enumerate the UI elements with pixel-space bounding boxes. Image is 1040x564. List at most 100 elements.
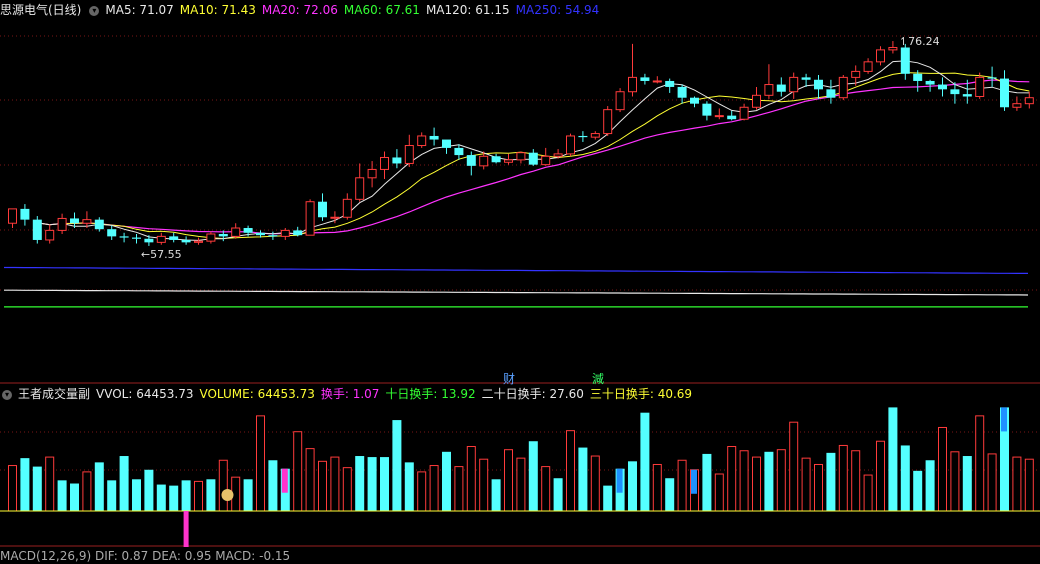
candle-body — [466, 155, 476, 166]
indicator-name: 王者成交量副 — [18, 387, 91, 401]
indicator-legend-2: 换手: 1.07 — [320, 387, 380, 401]
money-bag-icon — [221, 489, 234, 501]
volume-bar — [479, 458, 489, 512]
volume-bar — [665, 478, 675, 511]
volume-bar — [144, 469, 154, 511]
volume-bar — [218, 459, 228, 512]
volume-bar — [442, 451, 451, 511]
volume-bar — [1024, 458, 1034, 512]
indicator-legend-0: VVOL: 64453.73 — [96, 387, 194, 401]
candle-body — [925, 80, 935, 85]
candle-body — [45, 229, 55, 241]
candle-body — [392, 157, 402, 164]
candle-body — [206, 233, 216, 242]
candle-body — [690, 97, 699, 104]
volume-bar — [801, 457, 811, 512]
volume-bar — [429, 465, 439, 512]
candle-body — [863, 61, 873, 72]
volume-highlight — [281, 468, 288, 493]
volume-bar — [504, 449, 513, 512]
candle-body — [181, 239, 191, 243]
candle-body — [838, 76, 848, 99]
low-price-label: ←57.55 — [141, 248, 182, 261]
indicator-legend-4: 二十日换手: 27.60 — [481, 387, 584, 401]
candle-body — [541, 155, 551, 166]
volume-bar — [194, 480, 203, 512]
volume-bar — [962, 456, 972, 511]
candle-body — [913, 73, 923, 81]
volume-bar — [553, 478, 563, 511]
candle-body — [876, 49, 885, 63]
candle-body — [590, 133, 600, 138]
candle-body — [429, 135, 439, 140]
volume-bar — [776, 449, 786, 512]
candle-body — [479, 155, 489, 167]
volume-bar — [913, 470, 923, 511]
candle-body — [615, 91, 625, 111]
volume-bar — [925, 460, 935, 511]
volume-bar — [727, 446, 737, 512]
volume-bar — [578, 447, 588, 511]
volume-bar — [243, 479, 253, 511]
volume-bar — [603, 485, 613, 511]
candle-body — [355, 177, 365, 200]
volume-bar — [838, 444, 848, 512]
volume-bar — [380, 457, 389, 511]
volume-bar — [82, 471, 92, 512]
candle-body — [293, 230, 303, 236]
marker-cai: 财 — [503, 372, 516, 386]
volume-bar — [94, 462, 104, 511]
ma250-line — [4, 266, 1028, 274]
candle-body — [789, 76, 799, 93]
candlestick-chart: ↿76.24 ←57.55 — [0, 35, 1040, 547]
candle-body — [380, 156, 389, 170]
candle-body — [57, 217, 67, 231]
volume-bar — [45, 456, 55, 512]
volume-bar — [466, 446, 476, 512]
volume-bar — [714, 473, 724, 512]
candle-body — [417, 135, 427, 147]
candle-body — [900, 47, 910, 74]
volume-bar — [156, 484, 166, 511]
volume-bar — [417, 471, 427, 512]
candle-body — [504, 159, 513, 163]
volume-bar — [640, 412, 650, 511]
candle-body — [144, 238, 154, 243]
volume-bar — [789, 421, 799, 512]
volume-bar — [305, 448, 315, 512]
candle-body — [640, 77, 650, 81]
volume-bar — [826, 452, 836, 511]
candle-body — [776, 84, 786, 92]
candle-body — [950, 89, 960, 95]
volume-bar — [169, 485, 179, 511]
candle-body — [342, 198, 352, 218]
candle-body — [256, 232, 265, 236]
volume-bar — [814, 463, 823, 512]
volume-bar — [107, 480, 117, 511]
candle-body — [82, 219, 92, 224]
candle-body — [132, 237, 141, 239]
volume-bar — [256, 415, 265, 512]
candle-body — [714, 115, 724, 118]
candle-body — [318, 201, 327, 218]
volume-bar — [8, 465, 17, 512]
volume-bar — [32, 466, 42, 511]
candle-body — [888, 46, 898, 51]
candle-body — [739, 106, 749, 120]
candle-body — [764, 84, 774, 96]
candle-body — [491, 156, 501, 163]
candle-body — [801, 77, 811, 80]
volume-bar — [20, 458, 30, 511]
candle-body — [404, 145, 414, 164]
candle-body — [566, 135, 575, 155]
candle-body — [243, 228, 253, 233]
volume-bar — [454, 466, 464, 512]
high-price-label: ↿76.24 — [899, 35, 940, 48]
candle-body — [975, 76, 985, 98]
volume-bar — [206, 479, 216, 511]
candle-body — [107, 229, 117, 237]
volume-bar — [119, 456, 129, 511]
candle-body — [1024, 97, 1034, 105]
volume-bar — [863, 474, 873, 512]
chevron-down-icon[interactable]: ▾ — [2, 389, 12, 400]
